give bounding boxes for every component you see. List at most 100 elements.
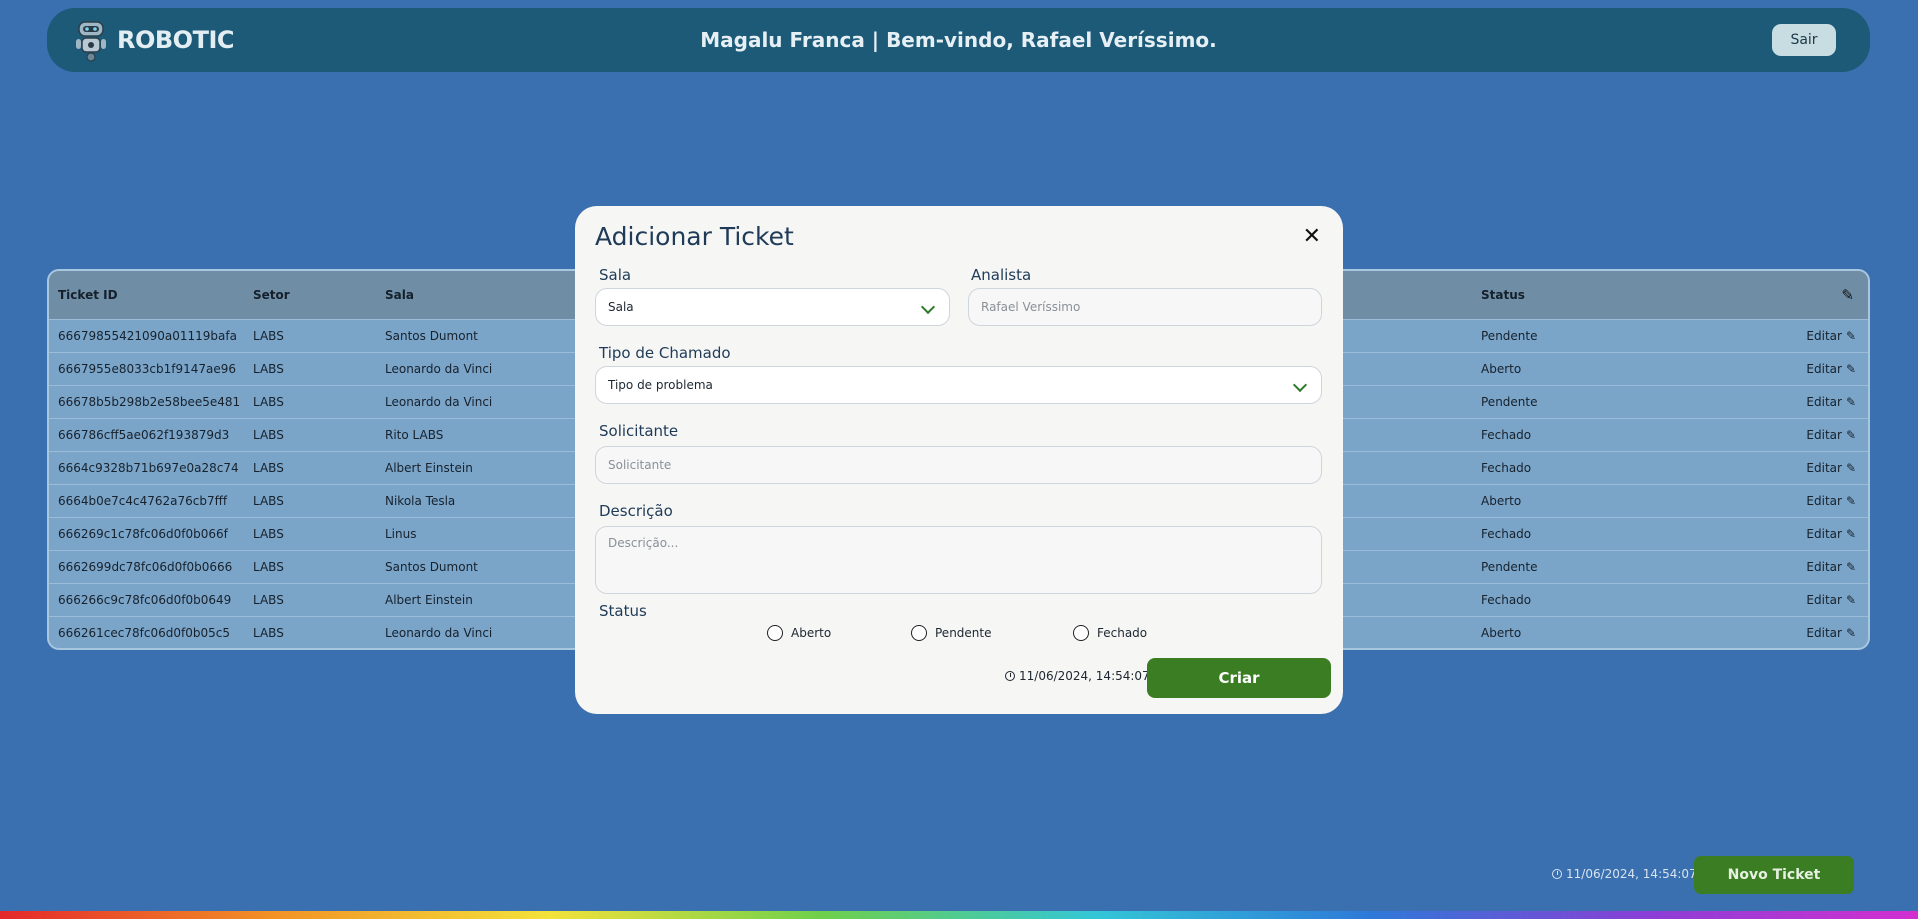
- footer-timestamp: 11/06/2024, 14:54:07: [1552, 867, 1697, 881]
- status-radio-fechado[interactable]: Fechado: [1073, 625, 1147, 641]
- radio-label: Aberto: [791, 626, 832, 640]
- edit-button[interactable]: Editar ✎: [1806, 320, 1856, 353]
- cell-sala: Santos Dumont: [385, 560, 478, 574]
- cell-setor: LABS: [253, 428, 284, 442]
- sala-select[interactable]: Sala: [595, 288, 950, 326]
- edit-label: Editar: [1806, 626, 1842, 640]
- edit-label: Editar: [1806, 560, 1842, 574]
- pencil-icon: ✎: [1845, 329, 1856, 343]
- pencil-icon: ✎: [1845, 494, 1856, 508]
- pencil-icon: ✎: [1845, 527, 1856, 541]
- radio-circle[interactable]: [911, 625, 927, 641]
- column-header-ticket-id: Ticket ID: [58, 288, 118, 302]
- edit-button[interactable]: Editar ✎: [1806, 584, 1856, 617]
- cell-ticket-id: 6662699dc78fc06d0f0b0666: [58, 560, 233, 574]
- cell-ticket-id: 66678b5b298b2e58bee5e481: [58, 395, 241, 409]
- cell-sala: Linus: [385, 527, 417, 541]
- cell-status: Fechado: [1481, 527, 1532, 541]
- cell-ticket-id: 666266c9c78fc06d0f0b0649: [58, 593, 232, 607]
- chevron-down-icon: [1292, 377, 1308, 393]
- edit-button[interactable]: Editar ✎: [1806, 353, 1856, 386]
- cell-sala: Nikola Tesla: [385, 494, 456, 508]
- cell-status: Aberto: [1481, 494, 1522, 508]
- edit-button[interactable]: Editar ✎: [1806, 518, 1856, 551]
- column-header-setor: Setor: [253, 288, 290, 302]
- cell-sala: Albert Einstein: [385, 593, 473, 607]
- cell-status: Pendente: [1481, 329, 1538, 343]
- edit-label: Editar: [1806, 329, 1842, 343]
- chevron-down-icon: [920, 299, 936, 315]
- top-header: ROBOTIC Magalu Franca | Bem-vindo, Rafae…: [47, 8, 1870, 72]
- cell-sala: Santos Dumont: [385, 329, 478, 343]
- edit-label: Editar: [1806, 593, 1842, 607]
- pencil-icon: ✎: [1845, 461, 1856, 475]
- solicitante-label: Solicitante: [599, 422, 679, 440]
- close-icon[interactable]: ✕: [1303, 224, 1321, 249]
- descricao-textarea[interactable]: Descrição...: [595, 526, 1322, 594]
- analista-placeholder: Rafael Veríssimo: [981, 300, 1081, 314]
- pencil-icon: ✎: [1845, 362, 1856, 376]
- header-title: Magalu Franca | Bem-vindo, Rafael Veríss…: [700, 28, 1217, 52]
- edit-button[interactable]: Editar ✎: [1806, 419, 1856, 452]
- cell-sala: Leonardo da Vinci: [385, 362, 493, 376]
- solicitante-input[interactable]: Solicitante: [595, 446, 1322, 484]
- edit-button[interactable]: Editar ✎: [1806, 551, 1856, 584]
- tipo-chamado-select[interactable]: Tipo de problema: [595, 366, 1322, 404]
- tipo-chamado-label: Tipo de Chamado: [599, 344, 731, 362]
- modal-timestamp-text: 11/06/2024, 14:54:07: [1019, 669, 1150, 683]
- footer-timestamp-text: 11/06/2024, 14:54:07: [1566, 867, 1697, 881]
- status-label: Status: [599, 602, 647, 620]
- cell-sala: Leonardo da Vinci: [385, 395, 493, 409]
- solicitante-placeholder: Solicitante: [608, 458, 672, 472]
- edit-label: Editar: [1806, 494, 1842, 508]
- edit-button[interactable]: Editar ✎: [1806, 485, 1856, 518]
- status-radio-aberto[interactable]: Aberto: [767, 625, 831, 641]
- cell-setor: LABS: [253, 494, 284, 508]
- rainbow-bar: [0, 911, 1918, 919]
- create-button[interactable]: Criar: [1147, 658, 1331, 698]
- pencil-icon: ✎: [1841, 286, 1854, 304]
- cell-sala: Rito LABS: [385, 428, 444, 442]
- edit-button[interactable]: Editar ✎: [1806, 617, 1856, 648]
- modal-timestamp: 11/06/2024, 14:54:07: [1005, 669, 1150, 683]
- cell-ticket-id: 6667955e8033cb1f9147ae96: [58, 362, 236, 376]
- cell-ticket-id: 66679855421090a01119bafa: [58, 329, 237, 343]
- modal-title: Adicionar Ticket: [595, 222, 794, 251]
- cell-status: Pendente: [1481, 560, 1538, 574]
- column-header-status: Status: [1481, 288, 1525, 302]
- clock-icon: [1005, 671, 1015, 681]
- cell-setor: LABS: [253, 593, 284, 607]
- add-ticket-modal: Adicionar Ticket ✕ Sala Sala Analista Ra…: [575, 206, 1343, 714]
- cell-setor: LABS: [253, 560, 284, 574]
- cell-setor: LABS: [253, 395, 284, 409]
- pencil-icon: ✎: [1845, 626, 1856, 640]
- new-ticket-button[interactable]: Novo Ticket: [1694, 856, 1854, 894]
- edit-button[interactable]: Editar ✎: [1806, 452, 1856, 485]
- edit-button[interactable]: Editar ✎: [1806, 386, 1856, 419]
- status-radio-pendente[interactable]: Pendente: [911, 625, 992, 641]
- edit-label: Editar: [1806, 527, 1842, 541]
- cell-sala: Albert Einstein: [385, 461, 473, 475]
- cell-status: Pendente: [1481, 395, 1538, 409]
- cell-ticket-id: 666786cff5ae062f193879d3: [58, 428, 230, 442]
- cell-setor: LABS: [253, 626, 284, 640]
- edit-label: Editar: [1806, 362, 1842, 376]
- radio-label: Fechado: [1097, 626, 1148, 640]
- analista-input[interactable]: Rafael Veríssimo: [968, 288, 1322, 326]
- pencil-icon: ✎: [1845, 395, 1856, 409]
- logout-button[interactable]: Sair: [1772, 24, 1836, 56]
- clock-icon: [1552, 869, 1562, 879]
- cell-setor: LABS: [253, 362, 284, 376]
- cell-ticket-id: 6664b0e7c4c4762a76cb7fff: [58, 494, 228, 508]
- descricao-label: Descrição: [599, 502, 673, 520]
- analista-label: Analista: [971, 266, 1032, 284]
- edit-label: Editar: [1806, 428, 1842, 442]
- radio-circle[interactable]: [1073, 625, 1089, 641]
- edit-label: Editar: [1806, 461, 1842, 475]
- radio-circle[interactable]: [767, 625, 783, 641]
- cell-status: Fechado: [1481, 461, 1532, 475]
- cell-ticket-id: 666261cec78fc06d0f0b05c5: [58, 626, 230, 640]
- descricao-placeholder: Descrição...: [608, 536, 679, 550]
- sala-select-value: Sala: [608, 300, 634, 314]
- pencil-icon: ✎: [1845, 560, 1856, 574]
